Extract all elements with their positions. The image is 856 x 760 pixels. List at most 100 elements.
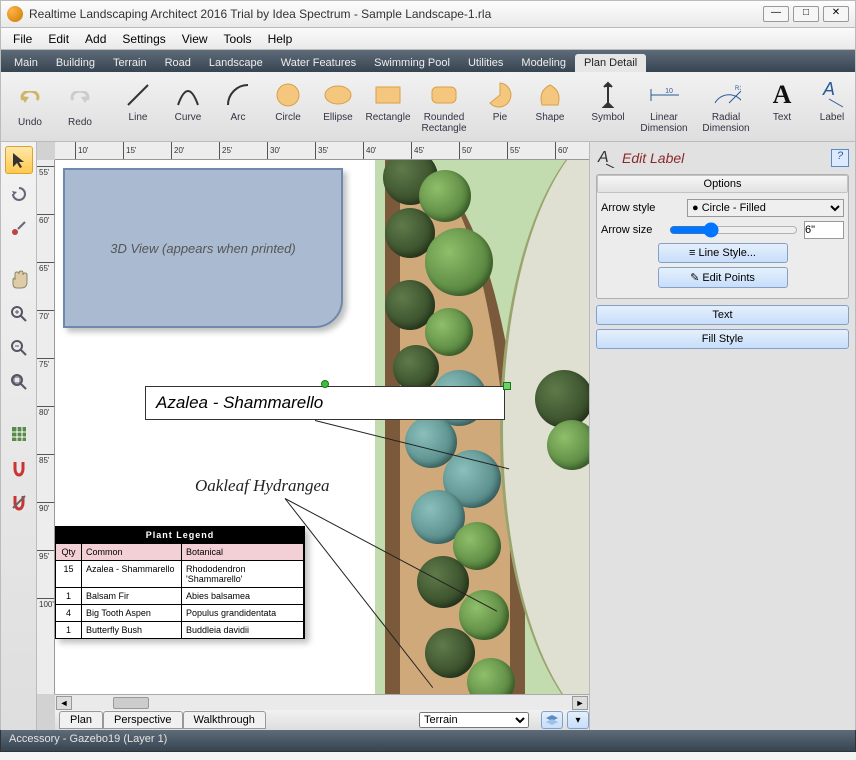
move-point-tool[interactable] xyxy=(5,214,33,242)
text-section-button[interactable]: Text xyxy=(596,305,849,325)
view-tab-walkthrough[interactable]: Walkthrough xyxy=(183,711,266,729)
linear-dimension-tool[interactable]: 10Linear Dimension xyxy=(633,78,695,136)
legend-title: Plant Legend xyxy=(56,527,304,543)
scroll-right-icon[interactable]: ► xyxy=(572,696,588,710)
menu-view[interactable]: View xyxy=(174,30,216,48)
label-icon: A xyxy=(596,148,616,168)
plant[interactable] xyxy=(535,370,589,428)
tab-landscape[interactable]: Landscape xyxy=(200,54,272,72)
grid-snap-tool[interactable] xyxy=(5,420,33,448)
menu-settings[interactable]: Settings xyxy=(114,30,173,48)
design-canvas[interactable]: 3D View (appears when printed) Azalea - … xyxy=(55,160,589,694)
tab-modeling[interactable]: Modeling xyxy=(512,54,575,72)
options-header[interactable]: Options xyxy=(597,175,848,193)
rectangle-tool[interactable]: Rectangle xyxy=(363,78,413,136)
arrow-size-label: Arrow size xyxy=(601,224,663,236)
panel-title-row: A Edit Label ? xyxy=(596,148,849,168)
maximize-button[interactable]: □ xyxy=(793,6,819,22)
plant[interactable] xyxy=(547,420,589,470)
zoom-in-tool[interactable] xyxy=(5,300,33,328)
tab-pool[interactable]: Swimming Pool xyxy=(365,54,459,72)
plant[interactable] xyxy=(459,590,509,640)
scroll-thumb[interactable] xyxy=(113,697,149,709)
tab-road[interactable]: Road xyxy=(156,54,200,72)
layer-selector[interactable]: Terrain xyxy=(419,712,529,728)
menu-add[interactable]: Add xyxy=(77,30,114,48)
undo-button[interactable]: Undo xyxy=(5,83,55,130)
pie-tool[interactable]: Pie xyxy=(475,78,525,136)
close-button[interactable]: ✕ xyxy=(823,6,849,22)
3d-view-placeholder[interactable]: 3D View (appears when printed) xyxy=(63,168,343,328)
menu-help[interactable]: Help xyxy=(260,30,301,48)
minimize-button[interactable]: — xyxy=(763,6,789,22)
rotate-tool[interactable] xyxy=(5,180,33,208)
legend-row: 15Azalea - ShammarelloRhododendron 'Sham… xyxy=(56,560,304,587)
arrow-style-select[interactable]: ● Circle - Filled xyxy=(687,199,844,217)
selected-label[interactable]: Azalea - Shammarello xyxy=(145,386,505,420)
tab-water[interactable]: Water Features xyxy=(272,54,365,72)
left-toolbar xyxy=(1,142,37,730)
radial-dimension-tool[interactable]: R10Radial Dimension xyxy=(695,78,757,136)
text-tool[interactable]: AText xyxy=(757,78,807,136)
line-style-button[interactable]: ≡ Line Style... xyxy=(658,243,788,263)
snap-off-tool[interactable] xyxy=(5,488,33,516)
svg-text:R10: R10 xyxy=(735,86,741,92)
plant[interactable] xyxy=(425,628,475,678)
app-icon xyxy=(7,6,23,22)
window-controls: — □ ✕ xyxy=(763,6,849,22)
toolbar: Undo Redo Line Curve Arc Circle Ellipse … xyxy=(0,72,856,142)
ellipse-tool[interactable]: Ellipse xyxy=(313,78,363,136)
plant-legend[interactable]: Plant Legend QtyCommonBotanical 15Azalea… xyxy=(55,526,305,639)
tab-building[interactable]: Building xyxy=(47,54,104,72)
menu-edit[interactable]: Edit xyxy=(40,30,77,48)
select-tool[interactable] xyxy=(5,146,33,174)
fill-style-section-button[interactable]: Fill Style xyxy=(596,329,849,349)
menu-tools[interactable]: Tools xyxy=(216,30,260,48)
rounded-rectangle-tool[interactable]: Rounded Rectangle xyxy=(413,78,475,136)
pan-tool[interactable] xyxy=(5,266,33,294)
svg-text:10: 10 xyxy=(665,88,673,95)
horizontal-scrollbar[interactable]: ◄ ► xyxy=(55,694,589,710)
line-tool[interactable]: Line xyxy=(113,78,163,136)
view-tab-plan[interactable]: Plan xyxy=(59,711,103,729)
scroll-left-icon[interactable]: ◄ xyxy=(56,696,72,710)
view-tab-perspective[interactable]: Perspective xyxy=(103,711,182,729)
help-button[interactable]: ? xyxy=(831,149,849,167)
arrow-style-label: Arrow style xyxy=(601,202,681,214)
snap-on-tool[interactable] xyxy=(5,454,33,482)
menu-file[interactable]: File xyxy=(5,30,40,48)
category-tabs: Main Building Terrain Road Landscape Wat… xyxy=(0,50,856,72)
arrow-size-slider[interactable] xyxy=(669,222,798,238)
panel-title: Edit Label xyxy=(622,150,684,166)
label-tool[interactable]: ALabel xyxy=(807,78,856,136)
tab-plan-detail[interactable]: Plan Detail xyxy=(575,54,646,72)
arrow-size-value[interactable] xyxy=(804,221,844,239)
zoom-fit-tool[interactable] xyxy=(5,368,33,396)
ruler-horizontal: 10' 15' 20' 25' 30' 35' 40' 45' 50' 55' … xyxy=(55,142,589,160)
tab-terrain[interactable]: Terrain xyxy=(104,54,156,72)
dropdown-icon[interactable]: ▾ xyxy=(567,711,589,729)
properties-panel: A Edit Label ? Options Arrow style ● Cir… xyxy=(589,142,855,730)
symbol-tool[interactable]: Symbol xyxy=(583,78,633,136)
shape-tool[interactable]: Shape xyxy=(525,78,575,136)
window-title: Realtime Landscaping Architect 2016 Tria… xyxy=(29,7,763,21)
tab-main[interactable]: Main xyxy=(5,54,47,72)
curve-tool[interactable]: Curve xyxy=(163,78,213,136)
plant[interactable] xyxy=(393,345,439,391)
svg-text:A: A xyxy=(597,149,609,166)
zoom-out-tool[interactable] xyxy=(5,334,33,362)
options-section: Options Arrow style ● Circle - Filled Ar… xyxy=(596,174,849,299)
plant[interactable] xyxy=(425,228,493,296)
selection-handle[interactable] xyxy=(321,380,329,388)
circle-tool[interactable]: Circle xyxy=(263,78,313,136)
layers-icon[interactable] xyxy=(541,711,563,729)
redo-button[interactable]: Redo xyxy=(55,83,105,130)
plant[interactable] xyxy=(425,308,473,356)
ruler-vertical: 55' 60' 65' 70' 75' 80' 85' 90' 95' 100' xyxy=(37,160,55,694)
plant-label-text[interactable]: Oakleaf Hydrangea xyxy=(195,476,330,496)
arc-tool[interactable]: Arc xyxy=(213,78,263,136)
selection-handle[interactable] xyxy=(503,382,511,390)
edit-points-button[interactable]: ✎ Edit Points xyxy=(658,267,788,288)
tab-utilities[interactable]: Utilities xyxy=(459,54,512,72)
status-bar: Accessory - Gazebo19 (Layer 1) xyxy=(0,730,856,752)
